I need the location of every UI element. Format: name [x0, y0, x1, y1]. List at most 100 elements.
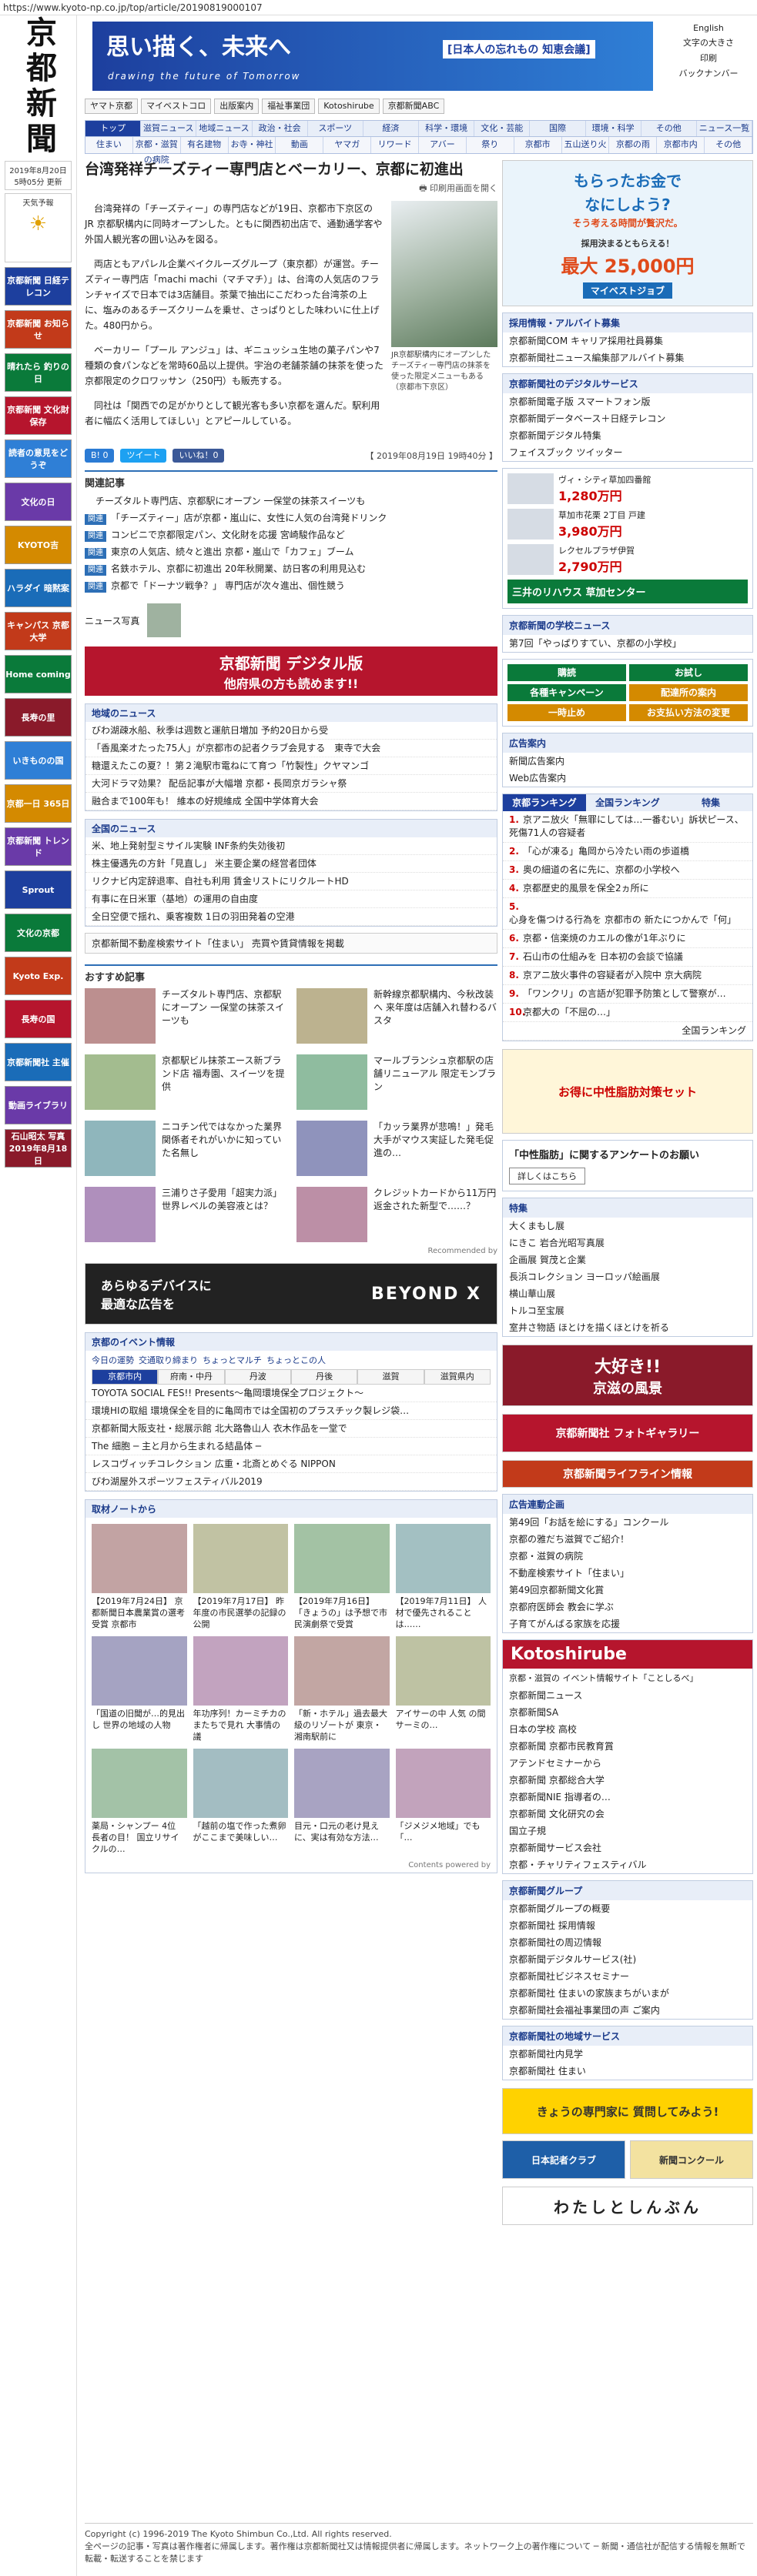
event-item[interactable]: 京都新聞大阪支社・総展示館 北大路魯山人 衣木作品を一堂で: [85, 1420, 497, 1438]
realestate-ad[interactable]: ヴィ・シティ草加四番館 1,280万円 草加市花栗 2丁目 戸建 3,980万円 レクセ…: [502, 468, 753, 609]
pr-item[interactable]: 【2019年7月24日】 京都新聞日本農業賞の選考受賞 京都市: [92, 1524, 187, 1630]
realestate-thumb[interactable]: [507, 509, 554, 540]
local-news-item[interactable]: 糖還えたこの夏？！第２滝駅市電ねにて育つ「竹製性」クヤマンゴ: [85, 757, 497, 775]
left-banner[interactable]: 京都一日 365日: [5, 784, 72, 823]
pr-caption[interactable]: 「国道の旧聞が…的見出し 世界の地域の人物: [92, 1708, 187, 1731]
ranking-text[interactable]: 「ワンクリ」の言語が犯罪予防策として警察が…: [523, 988, 726, 999]
digital-service-link[interactable]: 京都新聞デジタル特集: [503, 427, 752, 444]
watashi-banner[interactable]: わたしとしんぶん: [502, 2187, 753, 2225]
recommended-item[interactable]: ニコチン代ではなかった業界関係者それがいかに知っていた名無し: [85, 1121, 286, 1176]
kotoshirube-link[interactable]: アテンドセミナーから: [503, 1755, 752, 1772]
events-area-tab[interactable]: 京都市内: [92, 1369, 159, 1385]
related-item[interactable]: 関連 「チーズティー」店が京都・嵐山に、女性に人気の台湾発ドリンク: [85, 510, 497, 526]
digital-service-link[interactable]: フェイスブック ツイッター: [503, 444, 752, 461]
related-item[interactable]: 関連 東京の人気店、続々と進出 京都・嵐山で「カフェ」ブーム: [85, 543, 497, 560]
feature-link[interactable]: トルコ至宝展: [503, 1302, 752, 1319]
recommended-text[interactable]: クレジットカードから11万円返金された新型で……？: [373, 1187, 497, 1242]
ad-guide-link[interactable]: 第49回「お話を絵にする」コンクール: [503, 1514, 752, 1531]
left-banner[interactable]: 文化の日: [5, 483, 72, 521]
font-size-label[interactable]: 文字の大きさ: [664, 36, 753, 48]
pr-item[interactable]: 【2019年7月17日】 昨年度の市民選挙の記録の公開: [193, 1524, 289, 1630]
pr-thumb[interactable]: [294, 1636, 390, 1706]
service-link[interactable]: ヤマト京都: [85, 99, 138, 114]
ranking-item[interactable]: 9. 「ワンクリ」の言語が犯罪予防策として警察が…: [503, 985, 752, 1004]
events-area-tab[interactable]: 滋賀: [357, 1369, 424, 1385]
mitsui-banner[interactable]: 三井のリハウス 草加センター: [507, 580, 748, 603]
subnav-item[interactable]: 京都市内: [657, 137, 705, 153]
event-item[interactable]: 環境HIの取組 環境保全を目的に亀岡市では全国初のプラスチック製レジ袋…: [85, 1402, 497, 1420]
pr-thumb[interactable]: [395, 1524, 491, 1593]
pr-item[interactable]: 「国道の旧聞が…的見出し 世界の地域の人物: [92, 1636, 187, 1742]
subnav-item[interactable]: ヤマガ: [323, 137, 372, 153]
left-banner[interactable]: 京都新聞社 主催: [5, 1043, 72, 1081]
ranking-item[interactable]: 1. 京アニ放火「無罪にしては…一番むい」訴状ピース、死傷71人の容疑者: [503, 811, 752, 843]
left-banner[interactable]: 長寿の里: [5, 698, 72, 737]
ranking-text[interactable]: 心身を傷つける行為を 京都市の 新たにつかんで「何」: [509, 914, 736, 925]
recommended-text[interactable]: 「カッラ業界が悲鳴！」発毛大手がマウス実証した発毛促進の…: [373, 1121, 497, 1176]
nav-item[interactable]: 地域ニュース: [196, 121, 253, 136]
left-banner[interactable]: 読者の意見をどうぞ: [5, 439, 72, 478]
ad-guide-link[interactable]: 京都の雅だち滋賀でご紹介！: [503, 1531, 752, 1548]
related-item[interactable]: 関連 京都で「ドーナツ戦争？」 専門店が次々進出、個性競う: [85, 577, 497, 594]
pr-caption[interactable]: 薬局・シャンプー 4位 長者の目！ 国立リサイクルの…: [92, 1820, 187, 1855]
subnav-item[interactable]: アバー: [419, 137, 467, 153]
pr-caption[interactable]: 「新・ホテル」過去最大級のリゾートが 東京・湘南駅前に: [294, 1708, 390, 1742]
pr-thumb[interactable]: [92, 1524, 187, 1593]
kotoshirube-link[interactable]: 京都・チャリティフェスティバル: [503, 1856, 752, 1873]
ranking-item[interactable]: 10.京都大の「不屈の…」: [503, 1004, 752, 1022]
service-link[interactable]: 京都新聞社 住まい: [503, 2063, 752, 2080]
left-banner[interactable]: ハラダイ 暗黙案: [5, 569, 72, 607]
ranking-text[interactable]: 京アニ放火事件の容疑者が入院中 京大病院: [523, 970, 702, 981]
recommended-text[interactable]: チーズタルト専門店、京都駅にオープン 一保堂の抹茶スイーツも: [162, 988, 286, 1044]
ranking-text[interactable]: 京都・信楽焼のカエルの像が1年ぶりに: [523, 933, 686, 944]
event-item[interactable]: TOYOTA SOCIAL FES!! Presents〜亀岡環境保全プロジェク…: [85, 1385, 497, 1402]
recommended-item[interactable]: 新幹線京都駅構内、今秋改装へ 来年度は店舗入れ替わるバスタ: [296, 988, 497, 1044]
realestate-item[interactable]: レクセルプラザ伊賀 2,790万円: [507, 544, 748, 575]
real-estate-link[interactable]: 京都新聞不動産検索サイト「住まい」 売買や賃貸情報を掲載: [85, 933, 497, 954]
pr-caption[interactable]: アイサーの中 人気 の間 サーミの…: [396, 1708, 491, 1731]
kotoshirube-link[interactable]: 日本の学校 高校: [503, 1721, 752, 1738]
newspaper-contest-banner[interactable]: 新聞コンクール: [630, 2140, 753, 2179]
ranking-text[interactable]: 「心が凍る」亀岡から冷たい雨の歩道橋: [523, 846, 689, 857]
ranking-tab[interactable]: 全国ランキング: [586, 794, 669, 811]
recommended-text[interactable]: マールブランシュ京都駅の店舗リニューアル 限定モンブラン: [373, 1054, 497, 1110]
subnav-item[interactable]: お寺・神社: [229, 137, 276, 153]
recommended-text[interactable]: 新幹線京都駅構内、今秋改装へ 来年度は店舗入れ替わるバスタ: [373, 988, 497, 1044]
header-banner[interactable]: 思い描く、未来へ drawing the future of Tomorrow …: [92, 22, 653, 91]
events-tab[interactable]: ちょっとマルチ: [203, 1354, 262, 1366]
left-banner[interactable]: KYOTO吉: [5, 526, 72, 564]
service-link[interactable]: 福祉事業団: [262, 99, 316, 114]
related-item[interactable]: 関連 コンビニで京都限定パン、文化財を応援 宮崎駿作品など: [85, 526, 497, 543]
ranking-text[interactable]: 石山市の仕組みを 日本初の会談で協議: [523, 951, 683, 962]
service-link[interactable]: Kotoshirube: [318, 99, 380, 114]
pr-thumb[interactable]: [92, 1636, 187, 1706]
realestate-thumb[interactable]: [507, 473, 554, 504]
service-link[interactable]: 京都新聞社内見学: [503, 2046, 752, 2063]
events-area-tab[interactable]: 滋賀県内: [424, 1369, 491, 1385]
feature-link[interactable]: にきこ 岩合光昭写真展: [503, 1235, 752, 1251]
ranking-more-link[interactable]: 全国ランキング: [503, 1022, 752, 1041]
local-news-item[interactable]: 大河ドラマ効果？ 配岳記事が大幅増 京都・長岡京ガラシャ祭: [85, 775, 497, 793]
ranking-text[interactable]: 京アニ放火「無罪にしては…一番むい」訴状ピース、死傷71人の容疑者: [509, 814, 744, 838]
feature-link[interactable]: 横山華山展: [503, 1285, 752, 1302]
ranking-item[interactable]: 8. 京アニ放火事件の容疑者が入院中 京大病院: [503, 967, 752, 985]
recommended-item[interactable]: チーズタルト専門店、京都駅にオープン 一保堂の抹茶スイーツも: [85, 988, 286, 1044]
left-banner[interactable]: 石山昭太 写真 2019年8月18日: [5, 1129, 72, 1168]
ads-guide-link[interactable]: 新聞広告案内: [503, 753, 752, 770]
hatena-button[interactable]: B! 0: [85, 449, 115, 463]
national-news-item[interactable]: 米、地上発射型ミサイル実験 INF条約失効後初: [85, 837, 497, 855]
pr-caption[interactable]: 【2019年7月17日】 昨年度の市民選挙の記録の公開: [193, 1595, 289, 1630]
pr-item[interactable]: 薬局・シャンプー 4位 長者の目！ 国立リサイクルの…: [92, 1749, 187, 1855]
nav-item[interactable]: 環境・科学: [586, 121, 641, 136]
site-logo[interactable]: 京都新聞: [0, 15, 77, 158]
ad-guide-link[interactable]: 京都府医師会 教会に学ぶ: [503, 1599, 752, 1615]
related-link[interactable]: 京都で「ドーナツ戦争？」 専門店が次々進出、個性競う: [111, 580, 345, 591]
ranking-item[interactable]: 4. 京都歴史的風景を保全2ヵ所に: [503, 880, 752, 898]
photo-gallery-banner[interactable]: 京都新聞社 フォトギャラリー: [502, 1414, 753, 1452]
event-item[interactable]: The 細胞 ─ 主と月から生まれる結晶体 ─: [85, 1438, 497, 1455]
pr-thumb[interactable]: [294, 1749, 390, 1818]
left-banner[interactable]: 文化の京都: [5, 914, 72, 952]
pr-thumb[interactable]: [294, 1524, 390, 1593]
pr-thumb[interactable]: [395, 1749, 491, 1818]
subnav-item[interactable]: 動画: [276, 137, 324, 153]
